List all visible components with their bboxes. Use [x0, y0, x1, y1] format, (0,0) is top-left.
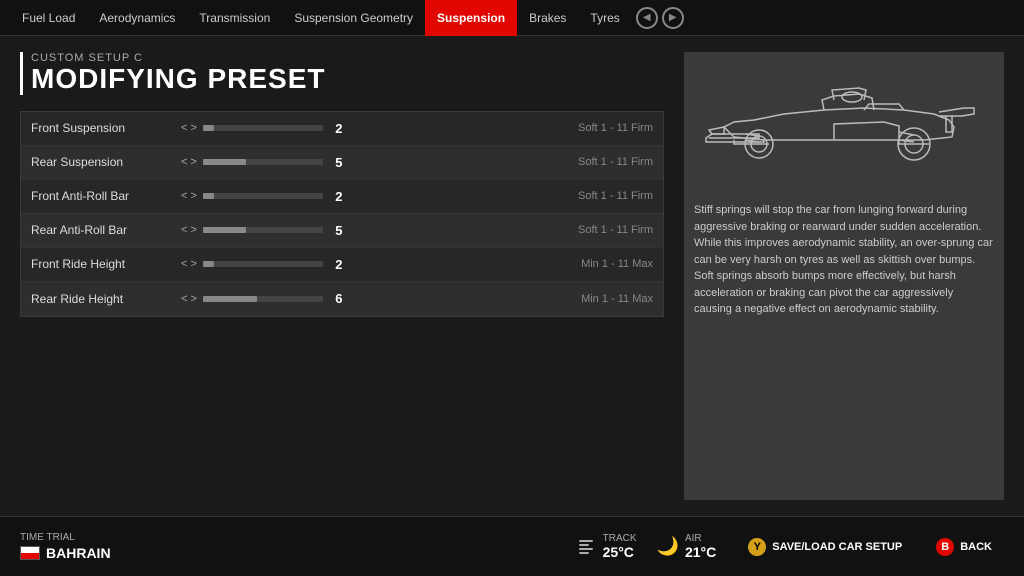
ctrl-arrows[interactable]: < > [181, 156, 197, 168]
nav-suspension[interactable]: Suspension [425, 0, 517, 36]
settings-table: Front Suspension < > 2 Soft 1 - 11 Firm … [20, 111, 664, 317]
nav-transmission[interactable]: Transmission [187, 0, 282, 36]
nav-tyres[interactable]: Tyres [578, 0, 631, 36]
ctrl-arrows[interactable]: < > [181, 224, 197, 236]
slider-fill [203, 125, 214, 131]
car-diagram [694, 62, 994, 192]
heat-icon [579, 540, 593, 554]
nav-arrows: ◀ ▶ [636, 7, 684, 29]
setting-value: 2 [329, 257, 349, 272]
air-temp-item: 🌙 Air 21°C [657, 533, 717, 560]
setting-controls: < > 2 Soft 1 - 11 Firm [181, 189, 653, 204]
setting-name: Front Ride Height [31, 257, 181, 271]
slider-track[interactable] [203, 125, 323, 131]
nav-suspension-geometry[interactable]: Suspension Geometry [282, 0, 425, 36]
main-content: Custom Setup C MODIFYING PRESET Front Su… [0, 36, 1024, 516]
setting-row: Front Ride Height < > 2 Min 1 - 11 Max [21, 248, 663, 282]
setting-row: Rear Anti-Roll Bar < > 5 Soft 1 - 11 Fir… [21, 214, 663, 248]
bahrain-flag [20, 546, 40, 560]
air-label: Air [685, 533, 716, 544]
ctrl-arrows[interactable]: < > [181, 293, 197, 305]
slider-track[interactable] [203, 193, 323, 199]
action-buttons: Y SAVE/LOAD CAR SETUP B BACK [736, 532, 1004, 562]
nav-next-arrow[interactable]: ▶ [662, 7, 684, 29]
setting-range: Min 1 - 11 Max [581, 293, 653, 305]
slider-fill [203, 193, 214, 199]
setting-value: 6 [329, 291, 349, 306]
track-temp-info: Track 25°C [603, 533, 637, 560]
save-load-label: SAVE/LOAD CAR SETUP [772, 541, 902, 553]
setting-controls: < > 2 Soft 1 - 11 Firm [181, 121, 653, 136]
setting-controls: < > 2 Min 1 - 11 Max [181, 257, 653, 272]
setting-name: Rear Suspension [31, 155, 181, 169]
ctrl-arrows[interactable]: < > [181, 258, 197, 270]
nav-fuel-load[interactable]: Fuel Load [10, 0, 87, 36]
setting-range: Soft 1 - 11 Firm [578, 190, 653, 202]
slider-track[interactable] [203, 227, 323, 233]
setting-controls: < > 5 Soft 1 - 11 Firm [181, 155, 653, 170]
save-load-button[interactable]: Y SAVE/LOAD CAR SETUP [736, 532, 914, 562]
setting-row: Rear Suspension < > 5 Soft 1 - 11 Firm [21, 146, 663, 180]
ctrl-arrows[interactable]: < > [181, 122, 197, 134]
nav-aerodynamics[interactable]: Aerodynamics [87, 0, 187, 36]
weather-info: Track 25°C 🌙 Air 21°C [579, 533, 717, 560]
setting-row: Front Suspension < > 2 Soft 1 - 11 Firm [21, 112, 663, 146]
setting-value: 5 [329, 155, 349, 170]
race-location: BAHRAIN [20, 545, 111, 561]
setting-name: Rear Ride Height [31, 292, 181, 306]
setting-row: Front Anti-Roll Bar < > 2 Soft 1 - 11 Fi… [21, 180, 663, 214]
air-temp-info: Air 21°C [685, 533, 716, 560]
setting-range: Soft 1 - 11 Firm [578, 156, 653, 168]
back-label: BACK [960, 541, 992, 553]
setting-controls: < > 6 Min 1 - 11 Max [181, 291, 653, 306]
bottom-bar: Time Trial BAHRAIN Track 25°C 🌙 Air 21°C [0, 516, 1024, 576]
setup-title: MODIFYING PRESET [31, 64, 664, 95]
track-temp: 25°C [603, 544, 637, 560]
setting-name: Front Suspension [31, 121, 181, 135]
location-name: BAHRAIN [46, 545, 111, 561]
top-navigation: Fuel Load Aerodynamics Transmission Susp… [0, 0, 1024, 36]
setting-value: 2 [329, 121, 349, 136]
moon-icon: 🌙 [657, 536, 679, 557]
setting-range: Min 1 - 11 Max [581, 258, 653, 270]
setting-value: 5 [329, 223, 349, 238]
slider-fill [203, 159, 246, 165]
track-temp-item: Track 25°C [579, 533, 637, 560]
info-text: Stiff springs will stop the car from lun… [694, 202, 994, 318]
slider-fill [203, 227, 246, 233]
setting-row: Rear Ride Height < > 6 Min 1 - 11 Max [21, 282, 663, 316]
setting-range: Soft 1 - 11 Firm [578, 224, 653, 236]
setting-value: 2 [329, 189, 349, 204]
slider-fill [203, 261, 214, 267]
setting-name: Front Anti-Roll Bar [31, 189, 181, 203]
ctrl-arrows[interactable]: < > [181, 190, 197, 202]
back-button[interactable]: B BACK [924, 532, 1004, 562]
right-panel: Stiff springs will stop the car from lun… [684, 52, 1004, 500]
race-info: Time Trial BAHRAIN [20, 532, 111, 561]
track-label: Track [603, 533, 637, 544]
slider-track[interactable] [203, 296, 323, 302]
air-temp: 21°C [685, 544, 716, 560]
title-section: Custom Setup C MODIFYING PRESET [20, 52, 664, 95]
setting-range: Soft 1 - 11 Firm [578, 122, 653, 134]
race-type: Time Trial [20, 532, 111, 543]
setting-controls: < > 5 Soft 1 - 11 Firm [181, 223, 653, 238]
left-panel: Custom Setup C MODIFYING PRESET Front Su… [20, 52, 664, 500]
slider-fill [203, 296, 257, 302]
nav-prev-arrow[interactable]: ◀ [636, 7, 658, 29]
car-svg [704, 72, 984, 182]
b-key-icon: B [936, 538, 954, 556]
y-key-icon: Y [748, 538, 766, 556]
setting-name: Rear Anti-Roll Bar [31, 223, 181, 237]
slider-track[interactable] [203, 261, 323, 267]
nav-brakes[interactable]: Brakes [517, 0, 578, 36]
slider-track[interactable] [203, 159, 323, 165]
